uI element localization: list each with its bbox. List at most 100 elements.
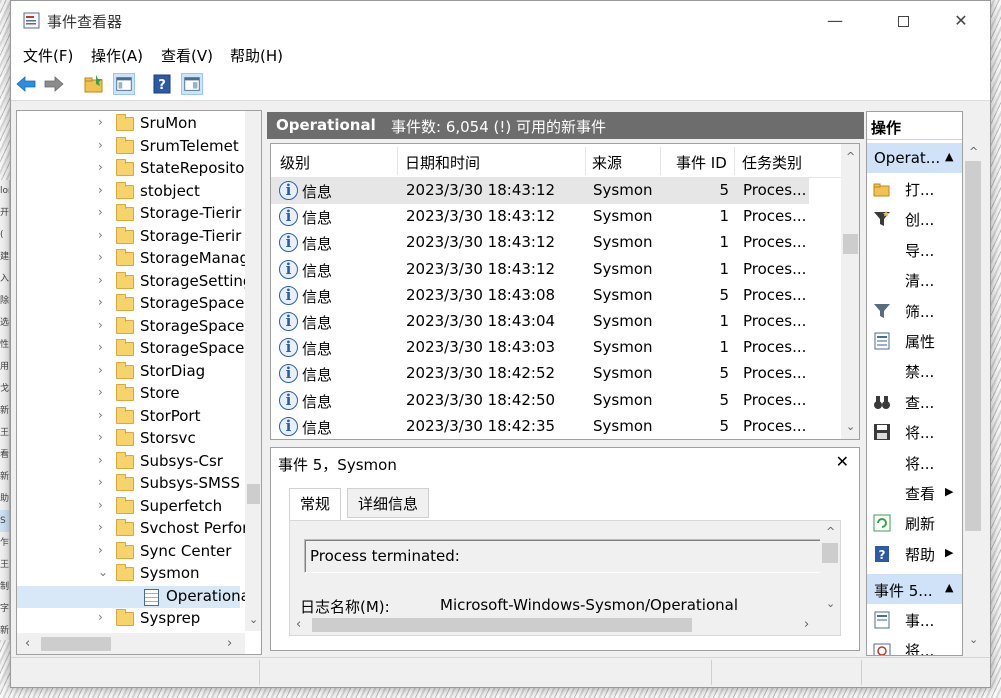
tree-item[interactable]: › StorageSpace <box>17 338 244 361</box>
action-item[interactable]: 禁... <box>867 356 962 386</box>
event-list-scroll-up-icon[interactable]: ^ <box>846 150 855 163</box>
event-list-vertical-scrollbar[interactable]: ^ ⌄ <box>841 144 859 439</box>
menu-action[interactable]: 操作(A) <box>91 45 143 66</box>
close-window-button[interactable]: ✕ <box>932 1 990 41</box>
forward-arrow-icon[interactable] <box>43 73 65 95</box>
tree-item[interactable]: › Subsys-SMSS <box>17 473 240 496</box>
tree-hscroll-thumb[interactable] <box>41 637 111 651</box>
detail-hscroll-thumb[interactable] <box>312 618 692 632</box>
minimize-button[interactable]: — <box>806 1 864 41</box>
tree-item[interactable]: › SruMon <box>17 113 240 136</box>
show-hide-tree-icon[interactable] <box>113 73 135 95</box>
actions-scroll-thumb[interactable] <box>965 161 981 531</box>
action-item[interactable]: 创... <box>867 204 962 234</box>
tree-item[interactable]: › StorageSetting <box>17 271 252 294</box>
action-item[interactable]: 查... <box>867 387 962 417</box>
close-detail-icon[interactable]: ✕ <box>836 452 849 471</box>
expand-chevron-icon[interactable]: › <box>98 138 103 152</box>
detail-scroll-left-icon[interactable]: ‹ <box>296 617 301 632</box>
expand-chevron-icon[interactable]: › <box>98 498 103 512</box>
tree-scroll-down-icon[interactable]: ⌄ <box>249 613 258 626</box>
event-row[interactable]: i 信息 2023/3/30 18:42:35 Sysmon 5 Proces... <box>271 414 809 439</box>
column-event-id[interactable]: 事件 ID <box>676 152 727 173</box>
expand-chevron-icon[interactable]: › <box>98 385 103 399</box>
expand-chevron-icon[interactable]: › <box>98 543 103 557</box>
expand-chevron-icon[interactable]: › <box>98 205 103 219</box>
menu-view[interactable]: 查看(V) <box>161 45 213 66</box>
column-datetime[interactable]: 日期和时间 <box>405 152 480 173</box>
column-task-category[interactable]: 任务类别 <box>742 152 802 173</box>
detail-scroll-right-icon[interactable]: › <box>804 617 809 632</box>
event-row[interactable]: i 信息 2023/3/30 18:43:12 Sysmon 1 Proces... <box>271 230 809 256</box>
event-row[interactable]: i 信息 2023/3/30 18:43:12 Sysmon 1 Proces... <box>271 257 809 283</box>
collapse-chevron-icon[interactable]: ⌄ <box>98 565 108 579</box>
menu-file[interactable]: 文件(F) <box>23 45 73 66</box>
detail-scroll-thumb[interactable] <box>822 543 838 563</box>
actions-section-operational[interactable]: Operat... ▲ <box>867 143 962 173</box>
expand-chevron-icon[interactable]: › <box>98 453 103 467</box>
tree-item[interactable]: › Storage-Tierir <box>17 203 241 226</box>
tree-item[interactable]: ⌄ Sysmon <box>17 563 240 586</box>
expand-chevron-icon[interactable]: › <box>98 475 103 489</box>
detail-vertical-scrollbar[interactable]: ^ ⌄ <box>820 521 840 615</box>
maximize-button[interactable] <box>874 1 932 41</box>
expand-chevron-icon[interactable]: › <box>98 183 103 197</box>
action-item[interactable]: 刷新 <box>867 508 962 538</box>
event-row[interactable]: i 信息 2023/3/30 18:42:50 Sysmon 5 Proces... <box>271 388 809 414</box>
event-row[interactable]: i 信息 2023/3/30 18:43:12 Sysmon 5 Proces... <box>271 178 809 205</box>
tab-details[interactable]: 详细信息 <box>347 488 430 518</box>
tree-scroll-thumb[interactable] <box>247 484 260 504</box>
event-row[interactable]: i 信息 2023/3/30 18:42:52 Sysmon 5 Proces... <box>271 361 809 387</box>
action-item[interactable]: 查看 ▶ <box>867 478 962 508</box>
event-row[interactable]: i 信息 2023/3/30 18:43:03 Sysmon 1 Proces... <box>271 335 809 361</box>
event-list-scroll-thumb[interactable] <box>843 234 858 254</box>
tree-item[interactable]: › StorDiag <box>17 361 240 384</box>
tree-item[interactable]: › Storage-Tierir <box>17 226 241 249</box>
column-source[interactable]: 来源 <box>592 152 622 173</box>
tree-scroll-right-icon[interactable]: › <box>227 636 232 651</box>
detail-scroll-up-icon[interactable]: ^ <box>826 525 835 538</box>
tree-item[interactable]: Operationa <box>17 585 250 608</box>
tree-item[interactable]: › Storsvc <box>17 428 240 451</box>
event-list-scroll-down-icon[interactable]: ⌄ <box>846 420 855 433</box>
expand-chevron-icon[interactable]: › <box>98 610 103 624</box>
show-hide-action-pane-icon[interactable] <box>181 73 203 95</box>
tree-item[interactable]: › StorageSpace <box>17 316 244 339</box>
expand-chevron-icon[interactable]: › <box>98 318 103 332</box>
help-icon[interactable]: ? <box>151 73 173 95</box>
log-tree-pane[interactable]: › SruMon › SrumTelemet › StateReposito › stobje… <box>16 110 262 655</box>
tree-item[interactable]: › SrumTelemet <box>17 136 240 159</box>
collapse-icon[interactable]: ▲ <box>945 150 953 163</box>
tree-item[interactable]: › StorageManag <box>17 248 249 271</box>
expand-chevron-icon[interactable]: › <box>98 295 103 309</box>
tree-item[interactable]: › Subsys-Csr <box>17 451 240 474</box>
back-arrow-icon[interactable] <box>15 73 37 95</box>
tree-item[interactable]: › StateReposito <box>17 158 244 181</box>
action-item[interactable]: 打... <box>867 174 962 204</box>
action-item[interactable]: 将... <box>867 448 962 478</box>
detail-scroll-down-icon[interactable]: ⌄ <box>826 597 835 610</box>
expand-chevron-icon[interactable]: › <box>98 363 103 377</box>
action-item[interactable]: 将... <box>867 635 962 655</box>
menu-help[interactable]: 帮助(H) <box>230 45 283 66</box>
tree-item[interactable]: › Sysprep <box>17 608 240 631</box>
tree-item[interactable]: › StorageSpace <box>17 293 244 316</box>
expand-chevron-icon[interactable]: › <box>98 115 103 129</box>
action-item[interactable]: ? 帮助 ▶ <box>867 539 962 569</box>
action-item[interactable]: 事... <box>867 605 962 635</box>
actions-scroll-down-icon[interactable]: ⌄ <box>969 633 978 646</box>
tree-horizontal-scrollbar[interactable]: ‹ › <box>17 633 245 654</box>
expand-chevron-icon[interactable]: › <box>98 273 103 287</box>
action-item[interactable]: 导... <box>867 235 962 265</box>
event-row[interactable]: i 信息 2023/3/30 18:43:04 Sysmon 1 Proces... <box>271 309 809 335</box>
tree-item[interactable]: › Svchost Perfor <box>17 518 248 541</box>
action-item[interactable]: 将... <box>867 417 962 447</box>
event-message-box[interactable]: Process terminated: <box>304 539 824 573</box>
action-item[interactable]: 清... <box>867 265 962 295</box>
expand-chevron-icon[interactable]: › <box>98 430 103 444</box>
event-list[interactable]: 级别 日期和时间 来源 事件 ID 任务类别 i 信息 2023/3/30 18:4… <box>270 143 860 440</box>
expand-chevron-icon[interactable]: › <box>98 228 103 242</box>
event-row[interactable]: i 信息 2023/3/30 18:43:12 Sysmon 1 Proces... <box>271 204 809 230</box>
expand-chevron-icon[interactable]: › <box>98 408 103 422</box>
actions-scrollbar[interactable]: ^ ⌄ <box>963 141 983 656</box>
